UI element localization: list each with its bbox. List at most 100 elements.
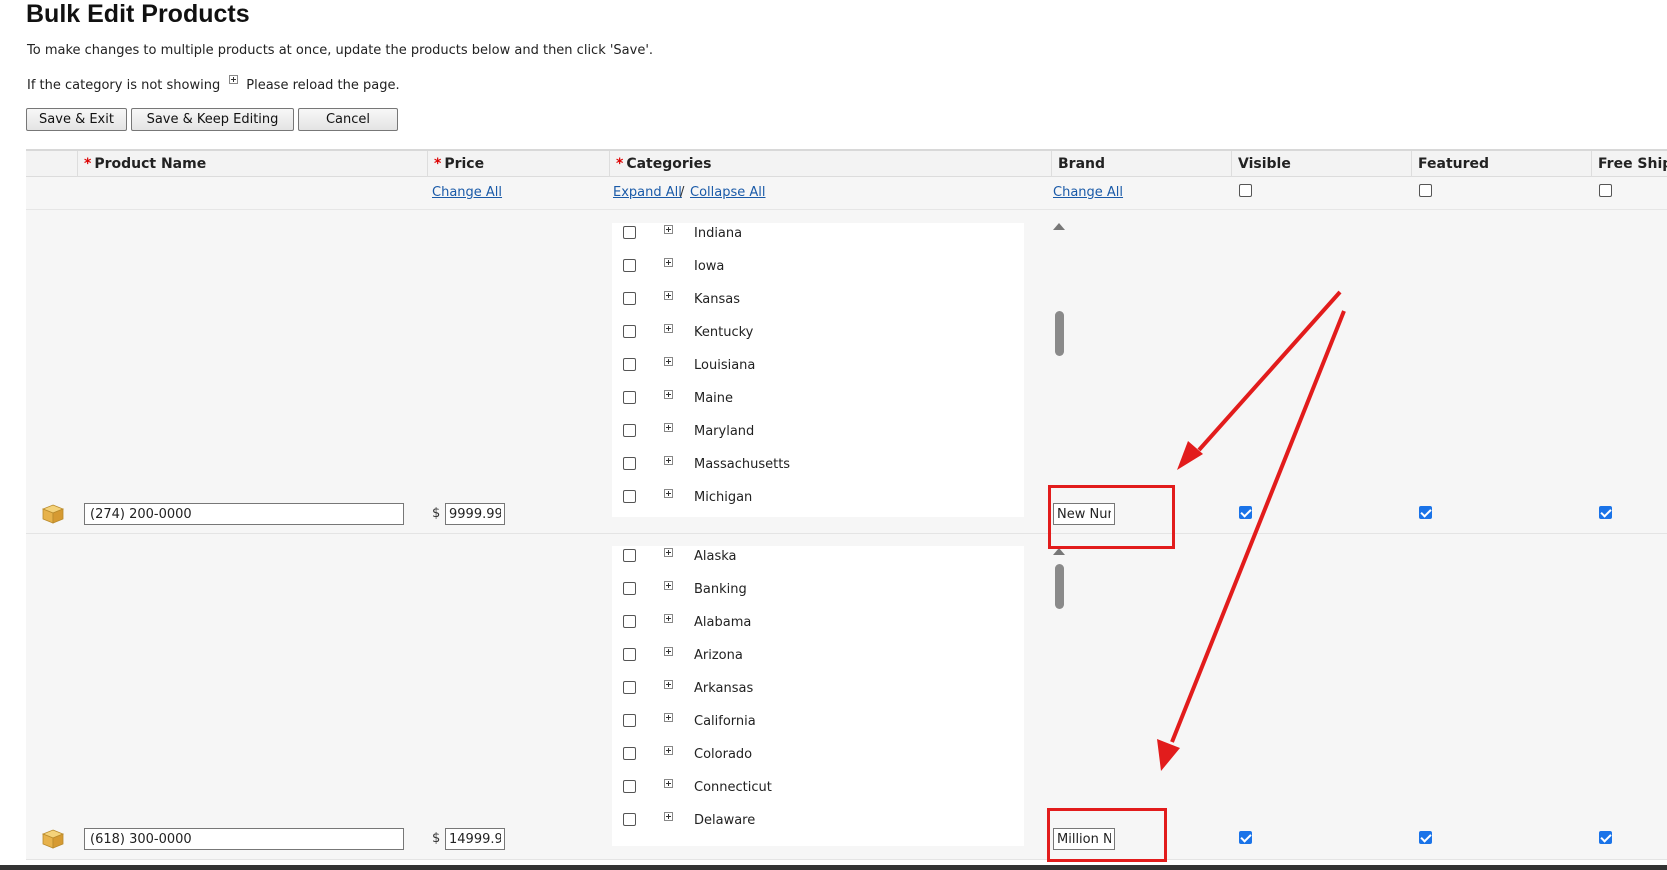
category-checkbox[interactable] [623, 358, 636, 371]
plus-box-icon[interactable] [664, 489, 673, 498]
categories-scrollbar[interactable] [1053, 548, 1065, 850]
category-checkbox[interactable] [623, 780, 636, 793]
featured-all-checkbox[interactable] [1419, 184, 1432, 197]
cancel-button[interactable]: Cancel [298, 108, 398, 131]
category-item[interactable]: Colorado [612, 744, 1024, 764]
scroll-up-arrow-icon[interactable] [1053, 548, 1065, 555]
category-item[interactable]: California [612, 711, 1024, 731]
category-label: Indiana [694, 226, 743, 241]
header-free-shipping: Free Shipp [1598, 156, 1667, 172]
instructions-text: To make changes to multiple products at … [27, 43, 654, 58]
free-shipping-all-checkbox[interactable] [1599, 184, 1612, 197]
plus-box-icon[interactable] [664, 614, 673, 623]
plus-box-icon[interactable] [664, 713, 673, 722]
category-checkbox[interactable] [623, 582, 636, 595]
category-item[interactable]: Kentucky [612, 322, 1024, 342]
category-item[interactable]: Michigan [612, 487, 1024, 507]
free-shipping-checkbox[interactable] [1599, 831, 1612, 844]
category-label: Delaware [694, 813, 756, 828]
category-item[interactable]: Massachusetts [612, 454, 1024, 474]
category-item[interactable]: Kansas [612, 289, 1024, 309]
category-item[interactable]: Delaware [612, 810, 1024, 830]
category-checkbox[interactable] [623, 648, 636, 661]
scroll-thumb[interactable] [1055, 311, 1064, 356]
category-checkbox[interactable] [623, 424, 636, 437]
category-item[interactable]: Alaska [612, 546, 1024, 566]
category-label: Arizona [694, 648, 743, 663]
plus-box-icon[interactable] [664, 812, 673, 821]
plus-box-icon[interactable] [664, 324, 673, 333]
price-input[interactable] [445, 503, 505, 525]
save-exit-button[interactable]: Save & Exit [26, 108, 127, 131]
plus-box-icon[interactable] [664, 581, 673, 590]
visible-checkbox[interactable] [1239, 506, 1252, 519]
category-checkbox[interactable] [623, 490, 636, 503]
save-keep-editing-button[interactable]: Save & Keep Editing [131, 108, 294, 131]
category-label: Alaska [694, 549, 737, 564]
featured-checkbox[interactable] [1419, 831, 1432, 844]
package-box-icon [42, 504, 64, 524]
scroll-up-arrow-icon[interactable] [1053, 223, 1065, 230]
category-item[interactable]: Iowa [612, 256, 1024, 276]
visible-all-checkbox[interactable] [1239, 184, 1252, 197]
required-mark: * [434, 156, 442, 172]
category-checkbox[interactable] [623, 615, 636, 628]
category-checkbox[interactable] [623, 325, 636, 338]
category-checkbox[interactable] [623, 226, 636, 239]
required-mark: * [84, 156, 92, 172]
header-icon-cell [26, 151, 78, 177]
category-item[interactable]: Arizona [612, 645, 1024, 665]
category-checkbox[interactable] [623, 292, 636, 305]
category-label: Maine [694, 391, 734, 406]
featured-checkbox[interactable] [1419, 506, 1432, 519]
category-checkbox[interactable] [623, 457, 636, 470]
reload-note-before: If the category is not showing [27, 78, 221, 93]
category-label: Arkansas [694, 681, 754, 696]
category-checkbox[interactable] [623, 714, 636, 727]
plus-box-icon[interactable] [664, 258, 673, 267]
product-name-input[interactable] [84, 503, 404, 525]
scroll-thumb[interactable] [1055, 564, 1064, 609]
category-item[interactable]: Banking [612, 579, 1024, 599]
category-checkbox[interactable] [623, 391, 636, 404]
category-checkbox[interactable] [623, 747, 636, 760]
visible-checkbox[interactable] [1239, 831, 1252, 844]
plus-box-icon[interactable] [664, 291, 673, 300]
category-label: Louisiana [694, 358, 756, 373]
category-item[interactable]: Maryland [612, 421, 1024, 441]
plus-box-icon[interactable] [664, 423, 673, 432]
category-item[interactable]: Arkansas [612, 678, 1024, 698]
brand-change-all-link[interactable]: Change All [1053, 185, 1123, 200]
plus-box-icon[interactable] [664, 647, 673, 656]
free-shipping-checkbox[interactable] [1599, 506, 1612, 519]
category-checkbox[interactable] [623, 549, 636, 562]
plus-box-icon[interactable] [664, 680, 673, 689]
category-checkbox[interactable] [623, 813, 636, 826]
link-separator: / [680, 185, 685, 200]
plus-box-icon[interactable] [664, 357, 673, 366]
header-visible: Visible [1232, 151, 1412, 177]
plus-box-icon[interactable] [664, 225, 673, 234]
category-item[interactable]: Louisiana [612, 355, 1024, 375]
plus-box-icon[interactable] [664, 548, 673, 557]
categories-list: Alaska Banking Alabama Arizona Arkansas … [612, 546, 1024, 846]
plus-box-icon[interactable] [664, 390, 673, 399]
categories-scrollbar[interactable] [1053, 223, 1065, 525]
category-item[interactable]: Connecticut [612, 777, 1024, 797]
plus-box-icon[interactable] [664, 779, 673, 788]
category-checkbox[interactable] [623, 259, 636, 272]
price-input[interactable] [445, 828, 505, 850]
product-name-input[interactable] [84, 828, 404, 850]
plus-box-icon[interactable] [664, 456, 673, 465]
category-checkbox[interactable] [623, 681, 636, 694]
plus-box-icon[interactable] [664, 746, 673, 755]
collapse-all-link[interactable]: Collapse All [690, 185, 766, 200]
price-change-all-link[interactable]: Change All [432, 185, 502, 200]
category-item[interactable]: Maine [612, 388, 1024, 408]
category-item[interactable]: Indiana [612, 223, 1024, 243]
expand-all-link[interactable]: Expand All [613, 185, 682, 200]
plus-box-icon [229, 75, 239, 84]
category-item[interactable]: Alabama [612, 612, 1024, 632]
header-brand: Brand [1052, 151, 1232, 177]
category-label: Banking [694, 582, 747, 597]
